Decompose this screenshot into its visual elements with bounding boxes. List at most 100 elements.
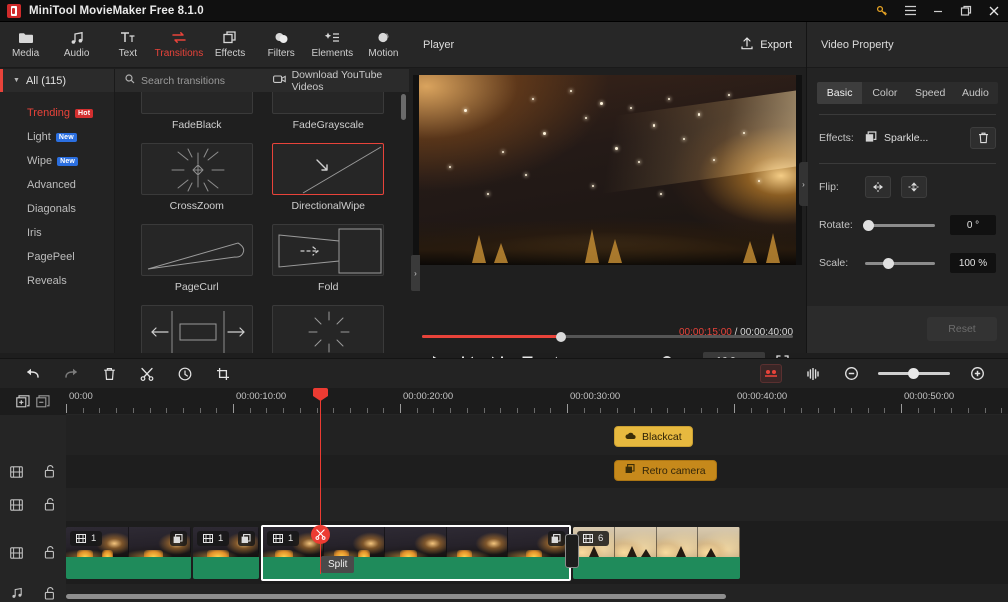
flip-vertical-button[interactable] (901, 176, 927, 198)
tab-motion[interactable]: Motion (358, 22, 409, 68)
tab-effects[interactable]: Effects (205, 22, 256, 68)
seek-track[interactable] (422, 331, 793, 342)
track-lane[interactable]: 1 1 1 6 (66, 521, 1008, 584)
scale-handle[interactable] (883, 257, 894, 269)
crop-button[interactable] (204, 359, 242, 389)
lock-track-icon[interactable] (33, 546, 66, 559)
tab-audio[interactable]: Audio (952, 82, 998, 104)
transition-item[interactable] (265, 299, 393, 353)
rotate-slider[interactable] (863, 219, 935, 231)
speed-button[interactable] (166, 359, 204, 389)
category-all[interactable]: ▼ All (115) (0, 69, 114, 92)
transition-item[interactable]: PageCurl (133, 218, 261, 299)
transition-item[interactable]: FadeBlack (133, 92, 261, 137)
scale-slider[interactable] (865, 257, 935, 269)
track-lane[interactable]: Retro camera (66, 455, 1008, 488)
tab-audio[interactable]: Audio (51, 22, 102, 68)
sidebar-item-iris[interactable]: Iris (0, 221, 114, 245)
split-button[interactable] (128, 359, 166, 389)
timeline-right-controls (760, 359, 1008, 389)
timeline-clip[interactable]: 1 (193, 527, 259, 579)
add-track-icon[interactable] (16, 395, 30, 408)
panel-collapse-right-icon[interactable]: › (799, 162, 808, 206)
scale-value[interactable]: 100 % (950, 253, 996, 273)
timeline-ruler[interactable]: 00:00 00:00:10:00 00:00:20:00 00:00:30:00 00… (0, 388, 1008, 415)
export-button[interactable]: Export (741, 36, 792, 53)
zoom-out-button[interactable] (832, 359, 870, 389)
tab-filters[interactable]: Filters (256, 22, 307, 68)
reset-button[interactable]: Reset (927, 317, 997, 341)
search-container[interactable] (115, 74, 267, 87)
lock-track-icon[interactable] (33, 465, 66, 478)
panel-collapse-left-icon[interactable]: › (411, 255, 420, 291)
remove-track-icon[interactable] (36, 395, 50, 408)
hamburger-icon[interactable] (896, 0, 924, 22)
transition-item[interactable]: Fold (265, 218, 393, 299)
flip-horizontal-button[interactable] (865, 176, 891, 198)
redo-button[interactable] (52, 359, 90, 389)
transitions-scrollbar[interactable] (401, 94, 406, 351)
category-label: Diagonals (27, 203, 76, 215)
rotate-value[interactable]: 0 ° (950, 215, 996, 235)
sidebar-item-advanced[interactable]: Advanced (0, 173, 114, 197)
delete-button[interactable] (90, 359, 128, 389)
clip-effect-icon[interactable] (170, 531, 187, 546)
audio-track-icon[interactable] (0, 587, 33, 599)
zoom-in-button[interactable] (958, 359, 996, 389)
track-lane[interactable] (66, 488, 1008, 521)
lock-track-icon[interactable] (33, 498, 66, 511)
key-icon[interactable] (868, 0, 896, 22)
sidebar-item-reveals[interactable]: Reveals (0, 269, 114, 293)
timeline-clip[interactable]: 6 (573, 527, 740, 579)
audio-waveform-button[interactable] (794, 359, 832, 389)
seek-handle[interactable] (556, 331, 567, 342)
transition-handle[interactable] (565, 534, 579, 568)
track-lane[interactable] (66, 584, 1008, 602)
video-track-icon[interactable] (0, 465, 33, 478)
tab-elements[interactable]: Elements (307, 22, 358, 68)
sidebar-item-light[interactable]: Light New (0, 125, 114, 149)
minimize-button[interactable] (924, 0, 952, 22)
transition-item[interactable]: FadeGrayscale (265, 92, 393, 137)
scrollbar-thumb[interactable] (401, 94, 406, 120)
delete-effect-button[interactable] (970, 127, 996, 149)
effects-value-chip[interactable]: Sparkle... (865, 130, 928, 146)
transition-item-selected[interactable]: DirectionalWipe (265, 137, 393, 218)
tab-transitions[interactable]: Transitions (153, 22, 204, 68)
sidebar-item-pagepeel[interactable]: PagePeel (0, 245, 114, 269)
rotate-handle[interactable] (863, 219, 874, 231)
sidebar-item-wipe[interactable]: Wipe New (0, 149, 114, 173)
sticker-blackcat[interactable]: Blackcat (614, 426, 693, 447)
track-lane[interactable]: Blackcat (66, 415, 1008, 455)
sidebar-item-diagonals[interactable]: Diagonals (0, 197, 114, 221)
clip-effect-icon[interactable] (548, 531, 565, 546)
close-button[interactable] (980, 0, 1008, 22)
tab-text[interactable]: Text (102, 22, 153, 68)
timeline-clip[interactable]: 1 (66, 527, 191, 579)
search-input[interactable] (141, 74, 266, 87)
zoom-handle[interactable] (908, 368, 920, 379)
split-scissors-icon[interactable] (311, 525, 330, 544)
playhead[interactable] (313, 388, 328, 574)
sticker-retro-camera[interactable]: Retro camera (614, 460, 717, 481)
sidebar-item-trending[interactable]: Trending Hot (0, 101, 114, 125)
timeline-horizontal-scrollbar[interactable] (66, 594, 726, 599)
video-track-icon[interactable] (0, 498, 33, 511)
lock-track-icon[interactable] (33, 586, 66, 600)
tab-color[interactable]: Color (862, 82, 908, 104)
transition-item[interactable]: CrossZoom (133, 137, 261, 218)
player-seek[interactable]: 00:00:15:00 / 00:00:40:00 (422, 327, 793, 342)
timeline-clip-selected[interactable]: 1 (261, 525, 571, 581)
maximize-button[interactable] (952, 0, 980, 22)
undo-button[interactable] (14, 359, 52, 389)
video-track-icon[interactable] (0, 546, 33, 559)
zoom-slider[interactable] (878, 368, 950, 379)
tab-speed[interactable]: Speed (907, 82, 953, 104)
transition-item[interactable] (133, 299, 261, 353)
clip-effect-icon[interactable] (238, 531, 255, 546)
ruler-tick-minor (1001, 408, 1003, 413)
tab-basic[interactable]: Basic (817, 82, 863, 104)
tab-media[interactable]: Media (0, 22, 51, 68)
marker-button[interactable] (760, 364, 782, 383)
download-youtube-button[interactable]: Download YouTube Videos (272, 69, 409, 93)
